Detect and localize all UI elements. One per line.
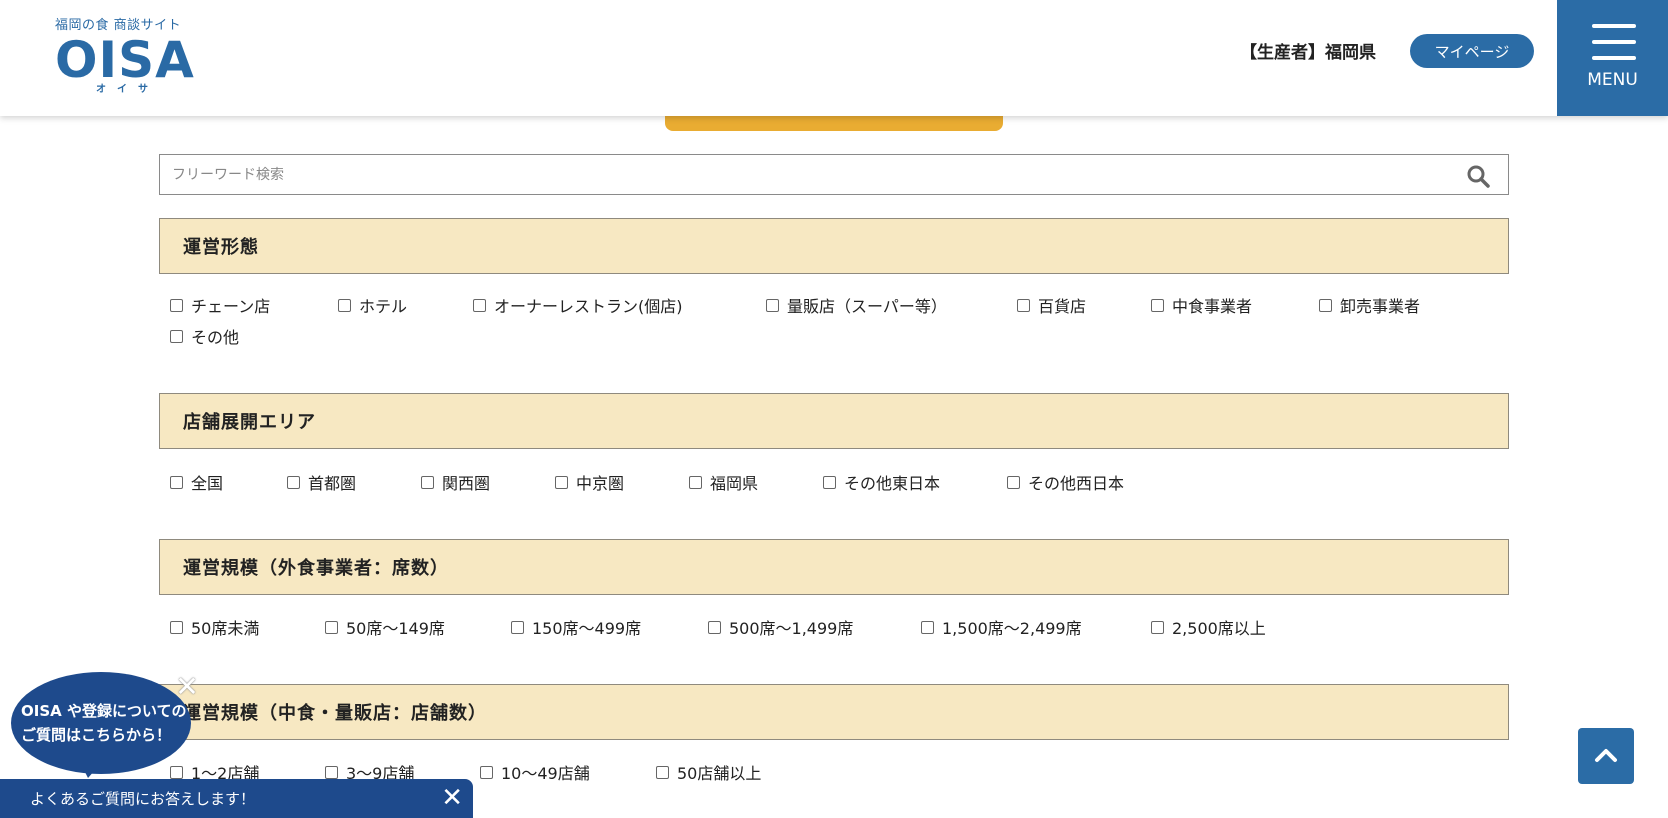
option-checkbox[interactable]: 500席〜1,499席 (708, 616, 853, 638)
checkbox[interactable] (1151, 620, 1164, 634)
option-checkbox[interactable]: 関西圏 (421, 471, 490, 493)
option-checkbox[interactable]: 首都圏 (287, 471, 356, 493)
checkbox[interactable] (555, 475, 568, 489)
chevron-up-icon (1595, 749, 1617, 762)
section-title: 店舗展開エリア (183, 412, 316, 433)
checkbox[interactable] (338, 298, 351, 312)
checkbox[interactable] (656, 765, 669, 779)
site-header: 福岡の食 商談サイト OISA オイサ 【生産者】福岡県 マイページ MENU (0, 0, 1668, 116)
option-checkbox[interactable]: 福岡県 (689, 471, 758, 493)
option-checkbox[interactable]: 全国 (170, 471, 223, 493)
option-checkbox[interactable]: チェーン店 (170, 294, 270, 316)
option-checkbox[interactable]: その他西日本 (1007, 471, 1124, 493)
site-logo[interactable]: 福岡の食 商談サイト OISA オイサ (55, 14, 195, 95)
section-title: 運営規模（中食・量販店：店舗数） (183, 703, 487, 724)
menu-label: MENU (1587, 70, 1638, 90)
option-checkbox[interactable]: 150席〜499席 (511, 616, 641, 638)
option-checkbox[interactable]: 量販店（スーパー等） (766, 294, 947, 316)
option-checkbox[interactable]: 中京圏 (555, 471, 624, 493)
close-icon[interactable]: ✕ (441, 783, 463, 813)
user-role-label: 【生産者】福岡県 (1240, 43, 1376, 63)
option-checkbox[interactable]: 卸売事業者 (1319, 294, 1420, 316)
checkbox[interactable] (170, 765, 183, 779)
checkbox[interactable] (170, 298, 183, 312)
checkbox[interactable] (1319, 298, 1332, 312)
search-input[interactable] (160, 155, 1410, 194)
option-checkbox[interactable]: 1,500席〜2,499席 (921, 616, 1082, 638)
checkbox[interactable] (287, 475, 300, 489)
checkbox[interactable] (325, 620, 338, 634)
checkbox[interactable] (473, 298, 486, 312)
checkbox[interactable] (766, 298, 779, 312)
option-checkbox[interactable]: 2,500席以上 (1151, 616, 1266, 638)
back-to-top-button[interactable] (1578, 728, 1634, 784)
search-icon[interactable] (1466, 164, 1490, 188)
checkbox[interactable] (511, 620, 524, 634)
option-checkbox[interactable]: 50席〜149席 (325, 616, 445, 638)
option-checkbox[interactable]: オーナーレストラン(個店) (473, 294, 683, 316)
faq-bar-label: よくあるご質問にお答えします！ (30, 790, 256, 808)
checkbox[interactable] (1007, 475, 1020, 489)
checkbox[interactable] (823, 475, 836, 489)
section-header-store-area: 店舗展開エリア (159, 393, 1509, 449)
free-word-search (159, 154, 1509, 195)
checkbox[interactable] (170, 475, 183, 489)
option-checkbox[interactable]: 10〜49店舗 (480, 761, 590, 783)
option-checkbox[interactable]: 百貨店 (1017, 294, 1086, 316)
help-bubble[interactable]: OISA や登録についての ご質問はこちらから！ (11, 672, 191, 774)
help-bubble-line1: OISA や登録についての (21, 702, 187, 720)
help-bubble-tail (80, 762, 102, 778)
option-checkbox[interactable]: 50席未満 (170, 616, 259, 638)
help-bubble-line2: ご質問はこちらから！ (21, 726, 172, 744)
option-checkbox[interactable]: その他東日本 (823, 471, 940, 493)
option-checkbox[interactable]: ホテル (338, 294, 407, 316)
section-header-seat-scale: 運営規模（外食事業者：席数） (159, 539, 1509, 595)
section-title: 運営形態 (183, 237, 259, 258)
checkbox[interactable] (1151, 298, 1164, 312)
checkbox[interactable] (1017, 298, 1030, 312)
close-icon[interactable]: ✕ (174, 673, 200, 701)
checkbox[interactable] (708, 620, 721, 634)
option-checkbox[interactable]: 50店舗以上 (656, 761, 761, 783)
option-checkbox[interactable]: その他 (170, 325, 239, 347)
mypage-button[interactable]: マイページ (1410, 34, 1534, 68)
checkbox[interactable] (689, 475, 702, 489)
menu-button[interactable]: MENU (1557, 0, 1668, 116)
checkbox[interactable] (170, 620, 183, 634)
section-header-store-scale: 運営規模（中食・量販店：店舗数） (159, 684, 1509, 740)
checkbox[interactable] (325, 765, 338, 779)
checkbox[interactable] (170, 329, 183, 343)
checkbox[interactable] (921, 620, 934, 634)
checkbox[interactable] (480, 765, 493, 779)
logo-wordmark: OISA (55, 31, 195, 89)
faq-bar[interactable]: よくあるご質問にお答えします！ ✕ (0, 779, 473, 818)
option-checkbox[interactable]: 中食事業者 (1151, 294, 1252, 316)
section-header-operation-type: 運営形態 (159, 218, 1509, 274)
checkbox[interactable] (421, 475, 434, 489)
section-title: 運営規模（外食事業者：席数） (183, 558, 449, 579)
